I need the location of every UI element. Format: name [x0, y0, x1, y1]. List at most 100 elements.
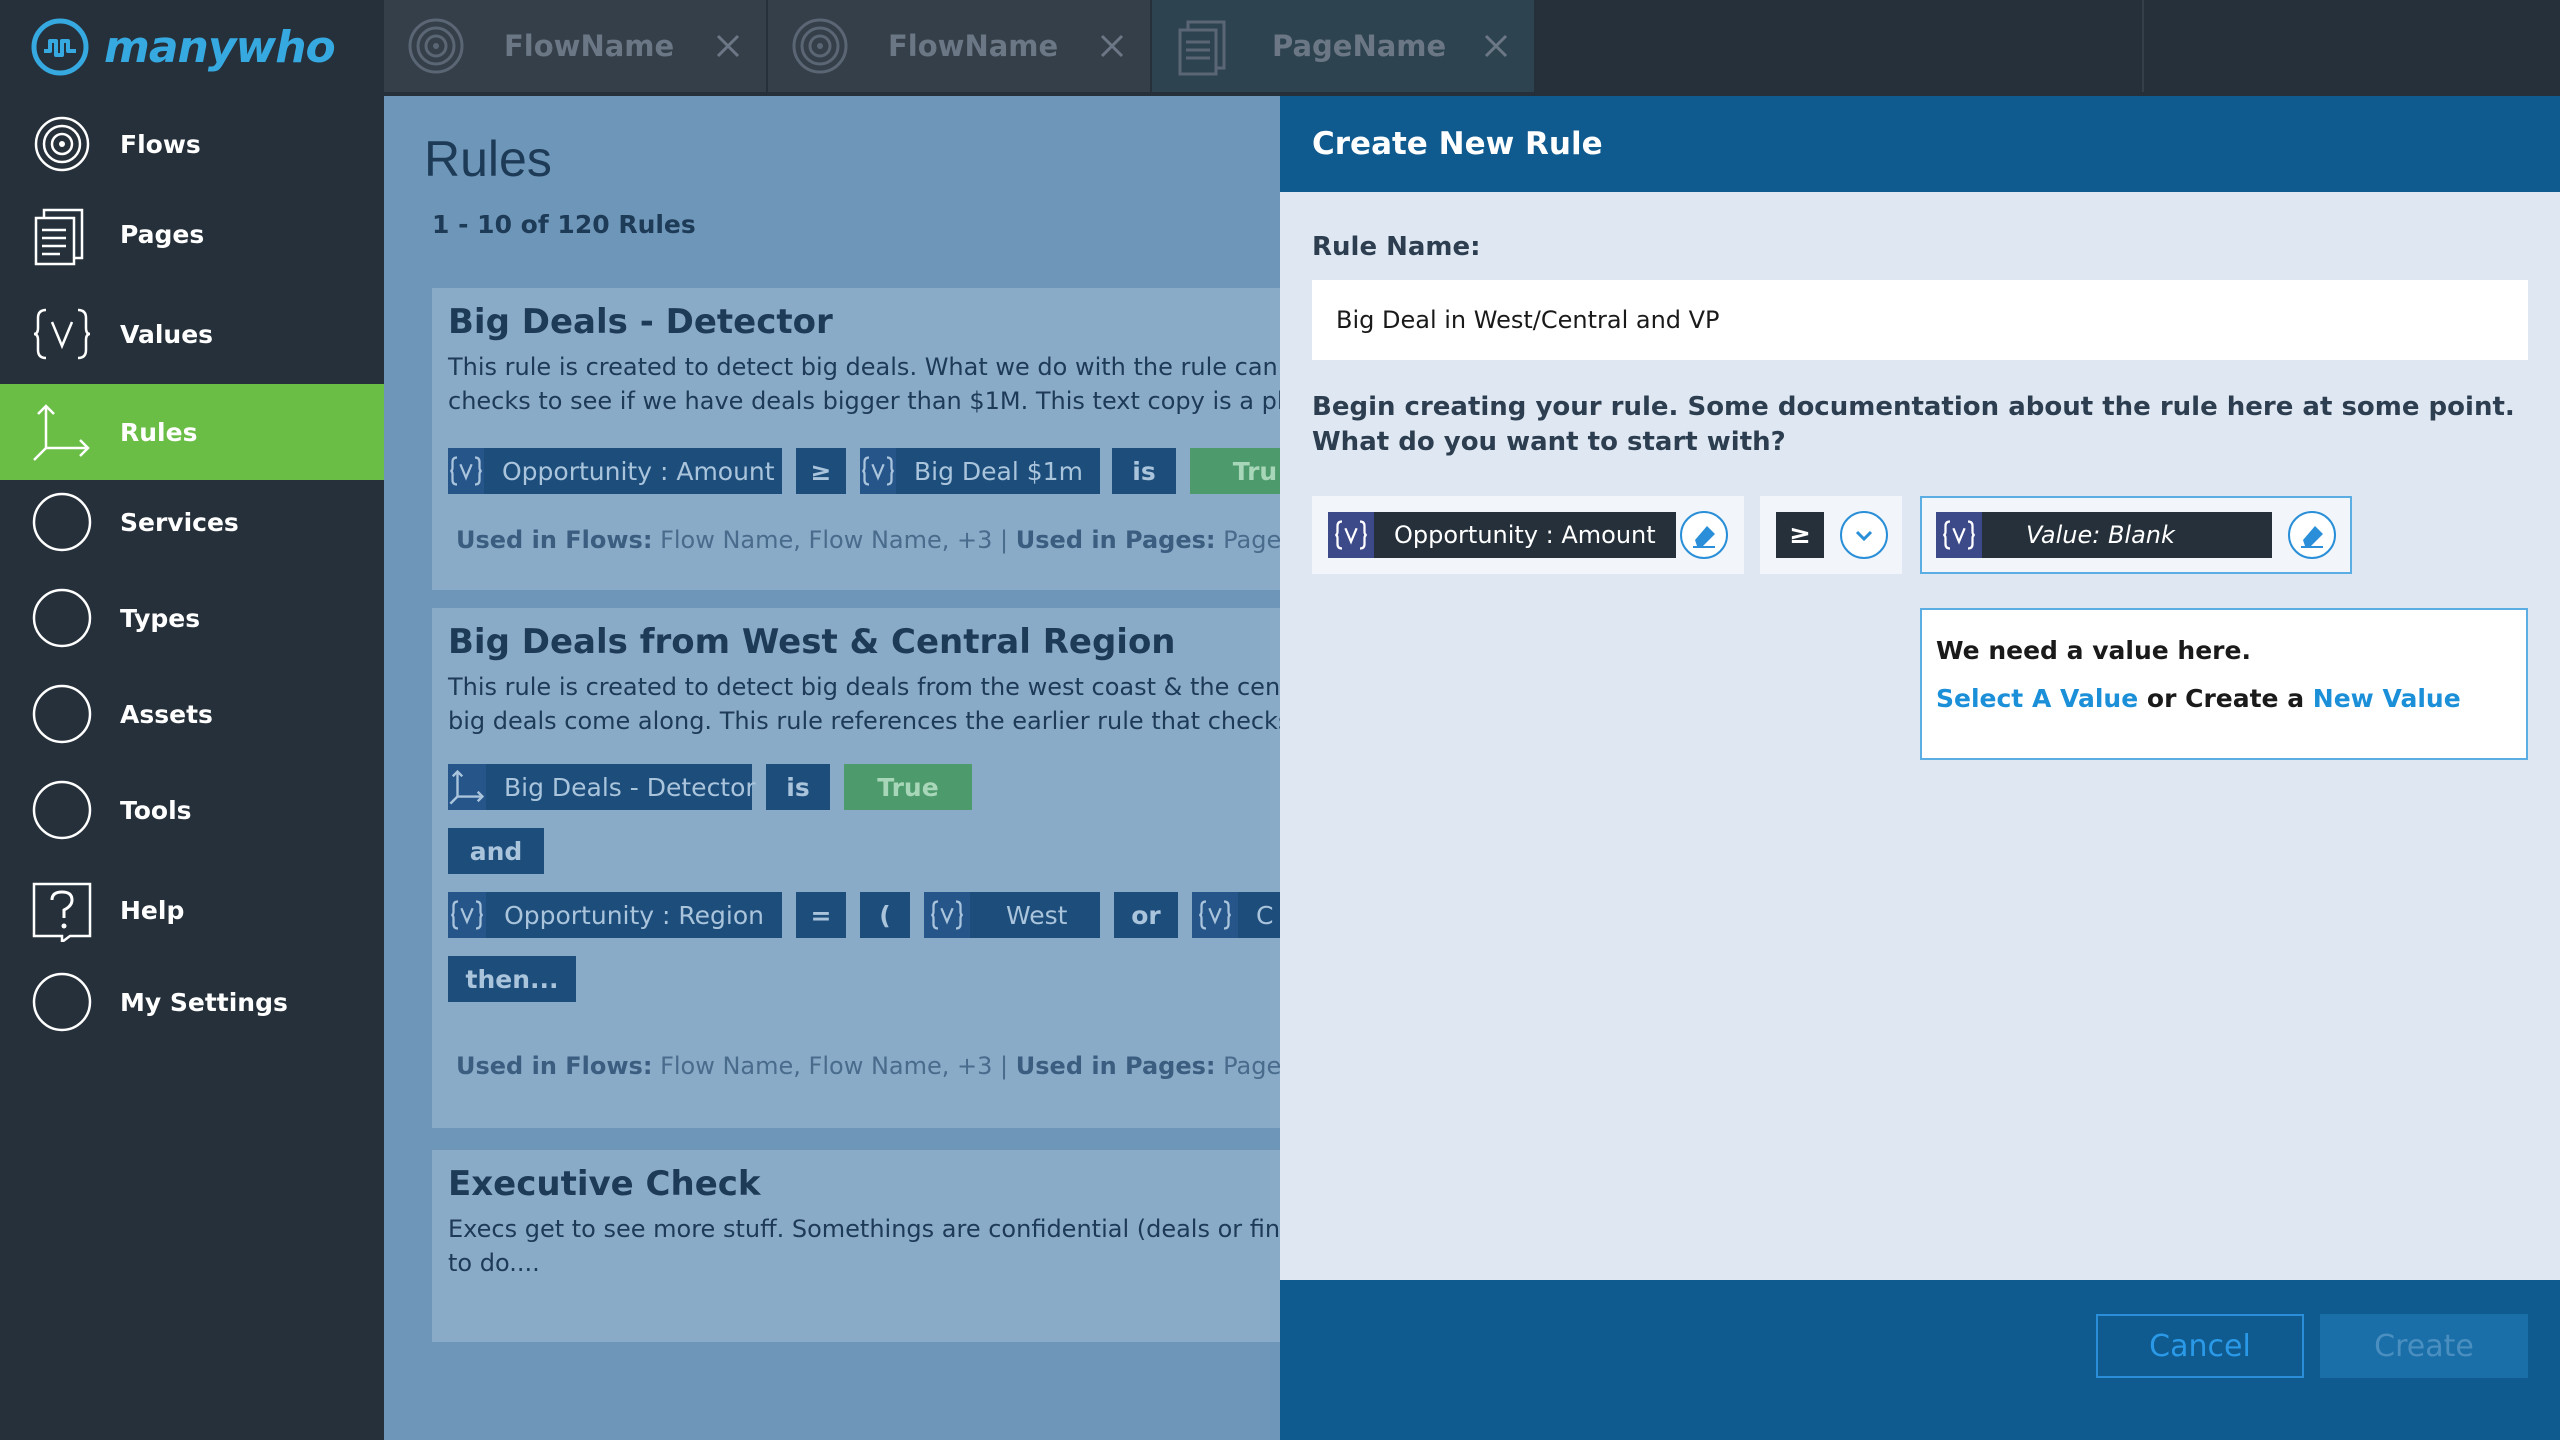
- sidebar-item-label: Values: [120, 319, 214, 349]
- tab-label: FlowName: [888, 29, 1059, 63]
- usage-flows-label: Used in Flows:: [456, 1052, 653, 1080]
- rules-list-panel: Rules 1 - 10 of 120 Rules Big Deals - De…: [384, 96, 1284, 1440]
- sidebar-item-rules[interactable]: Rules: [0, 384, 384, 480]
- help-line: What do you want to start with?: [1312, 427, 1786, 457]
- value-required-popover: We need a value here. Select A Value or …: [1920, 608, 2528, 760]
- usage-flows[interactable]: Flow Name, Flow Name, +3: [660, 526, 992, 554]
- rule-description-line: big deals come along. This rule referenc…: [448, 707, 1284, 735]
- operator-dropdown-button[interactable]: [1840, 511, 1888, 559]
- cancel-button[interactable]: Cancel: [2096, 1314, 2304, 1378]
- page-title: Rules: [424, 131, 552, 187]
- rule-chip[interactable]: Big Deals - Detector: [448, 764, 756, 810]
- then-chip[interactable]: then...: [448, 956, 576, 1002]
- sidebar-item-label: Services: [120, 507, 239, 537]
- rule-description-line: checks to see if we have deals bigger th…: [448, 387, 1284, 415]
- true-chip[interactable]: True: [844, 764, 972, 810]
- operator-chip[interactable]: =: [796, 892, 846, 938]
- edit-left-value-button[interactable]: [1680, 511, 1728, 559]
- sidebar-item-flows[interactable]: Flows: [0, 96, 384, 192]
- tab-flow-2[interactable]: FlowName: [768, 0, 1150, 92]
- logo[interactable]: manywho: [30, 14, 336, 80]
- sidebar: manywho Flows Pages Values Rules Service…: [0, 0, 384, 1440]
- popover-actions: Select A Value or Create a New Value: [1936, 684, 2461, 713]
- tab-bar: FlowName FlowName PageName: [384, 0, 2560, 96]
- usage-flows[interactable]: Flow Name, Flow Name, +3: [660, 1052, 992, 1080]
- or-chip[interactable]: or: [1114, 892, 1178, 938]
- value-chip[interactable]: Big Deal $1m: [860, 448, 1100, 494]
- chip-label: Big Deals - Detector: [504, 772, 756, 802]
- rule-title: Big Deals - Detector: [448, 302, 833, 342]
- values-icon: [924, 892, 970, 938]
- usage-pages[interactable]: Page Name, P: [1223, 1052, 1284, 1080]
- help-line: Begin creating your rule. Some documenta…: [1312, 392, 2515, 422]
- operator-chip[interactable]: ≥: [796, 448, 846, 494]
- edit-right-value-button[interactable]: [2288, 511, 2336, 559]
- sidebar-item-label: Help: [120, 895, 185, 925]
- operator-chip[interactable]: is: [1112, 448, 1176, 494]
- value-chip[interactable]: Opportunity : Amount: [448, 448, 782, 494]
- help-icon: [32, 882, 92, 942]
- tab-separator: [2142, 0, 2144, 92]
- right-value-label: Value: Blank: [2026, 521, 2175, 549]
- right-value-chip[interactable]: Value: Blank: [1936, 512, 2272, 558]
- operator-chip[interactable]: is: [766, 764, 830, 810]
- modal-title: Create New Rule: [1312, 126, 1603, 162]
- usage-separator: |: [1000, 1052, 1009, 1080]
- rule-description-line: This rule is created to detect big deals…: [448, 673, 1284, 701]
- operator-chip[interactable]: ≥: [1776, 512, 1824, 558]
- and-chip[interactable]: and: [448, 828, 544, 874]
- flows-icon: [34, 116, 90, 172]
- values-icon: [1328, 512, 1374, 558]
- paren-chip[interactable]: (: [860, 892, 910, 938]
- popover-message: We need a value here.: [1936, 636, 2251, 665]
- rule-title: Executive Check: [448, 1164, 761, 1204]
- close-icon[interactable]: [1478, 28, 1514, 64]
- rule-help-text: Begin creating your rule. Some documenta…: [1312, 390, 2515, 460]
- eraser-icon: [1693, 526, 1715, 548]
- value-chip[interactable]: Opportunity : Region: [448, 892, 782, 938]
- close-icon[interactable]: [710, 28, 746, 64]
- rule-name-input[interactable]: [1312, 280, 2528, 360]
- logo-text: manywho: [104, 21, 336, 73]
- rules-icon: [33, 404, 90, 461]
- value-chip[interactable]: West: [924, 892, 1100, 938]
- sidebar-item-label: Flows: [120, 129, 201, 159]
- sidebar-item-my-settings[interactable]: My Settings: [0, 954, 384, 1050]
- sidebar-item-services[interactable]: Services: [0, 474, 384, 570]
- sidebar-item-label: Tools: [120, 795, 192, 825]
- usage-pages-label: Used in Pages:: [1015, 526, 1216, 554]
- close-icon[interactable]: [1094, 28, 1130, 64]
- values-icon: [1936, 512, 1982, 558]
- usage-pages[interactable]: Page Name, P: [1223, 526, 1284, 554]
- rule-card[interactable]: Executive Check Execs get to see more st…: [432, 1150, 1284, 1342]
- sidebar-item-help[interactable]: Help: [0, 862, 384, 958]
- create-rule-modal: Create New Rule Rule Name: Begin creatin…: [1280, 96, 2560, 1440]
- sidebar-item-label: Assets: [120, 699, 213, 729]
- tab-label: PageName: [1272, 29, 1447, 63]
- true-chip[interactable]: Tru: [1190, 448, 1284, 494]
- sidebar-item-assets[interactable]: Assets: [0, 666, 384, 762]
- sidebar-item-types[interactable]: Types: [0, 570, 384, 666]
- left-value-chip[interactable]: Opportunity : Amount: [1328, 512, 1676, 558]
- rule-description: This rule is created to detect big deals…: [448, 350, 1284, 418]
- value-chip[interactable]: C: [1192, 892, 1284, 938]
- rule-card[interactable]: Big Deals from West & Central Region Thi…: [432, 608, 1284, 1128]
- usage-flows-label: Used in Flows:: [456, 526, 653, 554]
- left-operand-box: Opportunity : Amount: [1312, 496, 1744, 574]
- new-value-link[interactable]: New Value: [2313, 684, 2461, 713]
- modal-footer: Cancel Create: [1280, 1280, 2560, 1440]
- select-value-link[interactable]: Select A Value: [1936, 684, 2138, 713]
- sidebar-item-tools[interactable]: Tools: [0, 762, 384, 858]
- rule-usage: Used in Flows: Flow Name, Flow Name, +3 …: [456, 1052, 1284, 1080]
- tab-page[interactable]: PageName: [1152, 0, 1534, 92]
- tab-flow-1[interactable]: FlowName: [384, 0, 766, 92]
- create-button[interactable]: Create: [2320, 1314, 2528, 1378]
- sidebar-item-values[interactable]: Values: [0, 286, 384, 382]
- rule-card[interactable]: Big Deals - Detector This rule is create…: [432, 288, 1284, 590]
- sidebar-item-pages[interactable]: Pages: [0, 186, 384, 282]
- circle-icon: [32, 780, 92, 840]
- rule-title: Big Deals from West & Central Region: [448, 622, 1176, 662]
- rule-description-line: This rule is created to detect big deals…: [448, 353, 1284, 381]
- right-operand-box: Value: Blank: [1920, 496, 2352, 574]
- manywho-logo-icon: [31, 18, 89, 76]
